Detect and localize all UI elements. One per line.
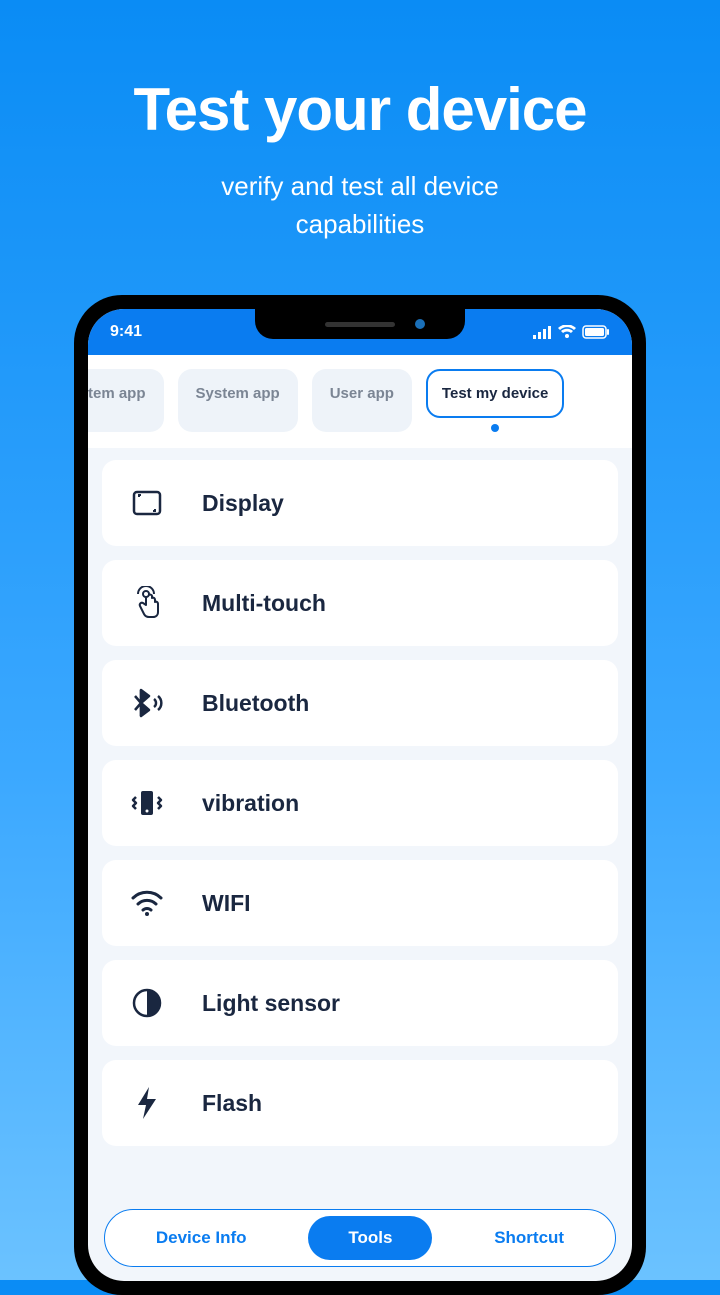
tab-test-my-device[interactable]: Test my device [426,369,564,432]
display-icon [130,486,164,520]
test-label: WIFI [202,890,251,917]
nav-tools[interactable]: Tools [308,1216,432,1260]
test-card-flash[interactable]: Flash [102,1060,618,1146]
nav-shortcut[interactable]: Shortcut [470,1216,588,1260]
bluetooth-icon [130,686,164,720]
test-card-multitouch[interactable]: Multi-touch [102,560,618,646]
tabs-container: tem app System app User app Test my devi… [88,355,632,448]
phone-screen: 9:41 tem app System app User app Test [88,309,632,1281]
flash-icon [130,1086,164,1120]
test-card-vibration[interactable]: vibration [102,760,618,846]
status-time: 9:41 [110,323,142,341]
test-card-wifi[interactable]: WIFI [102,860,618,946]
phone-frame: 9:41 tem app System app User app Test [74,295,646,1295]
test-card-lightsensor[interactable]: Light sensor [102,960,618,1046]
phone-notch [255,309,465,339]
test-card-bluetooth[interactable]: Bluetooth [102,660,618,746]
lightsensor-icon [130,986,164,1020]
touch-icon [130,586,164,620]
tab-tem-app[interactable]: tem app [88,369,164,432]
test-label: vibration [202,790,299,817]
nav-device-info[interactable]: Device Info [132,1216,271,1260]
hero-title: Test your device [0,75,720,144]
test-label: Multi-touch [202,590,326,617]
test-label: Flash [202,1090,262,1117]
test-label: Display [202,490,284,517]
bottom-nav: Device Info Tools Shortcut [104,1209,616,1267]
test-list: Display Multi-touch Bluetooth vibration [88,448,632,1158]
hero-subtitle: verify and test all device capabilities [0,168,720,243]
battery-icon [582,325,610,339]
tab-system-app[interactable]: System app [178,369,298,432]
test-label: Bluetooth [202,690,309,717]
tab-user-app[interactable]: User app [312,369,412,432]
wifi-icon [130,886,164,920]
vibration-icon [130,786,164,820]
signal-icon [532,325,552,339]
test-card-display[interactable]: Display [102,460,618,546]
hero-section: Test your device verify and test all dev… [0,0,720,243]
wifi-icon [558,325,576,339]
test-label: Light sensor [202,990,340,1017]
